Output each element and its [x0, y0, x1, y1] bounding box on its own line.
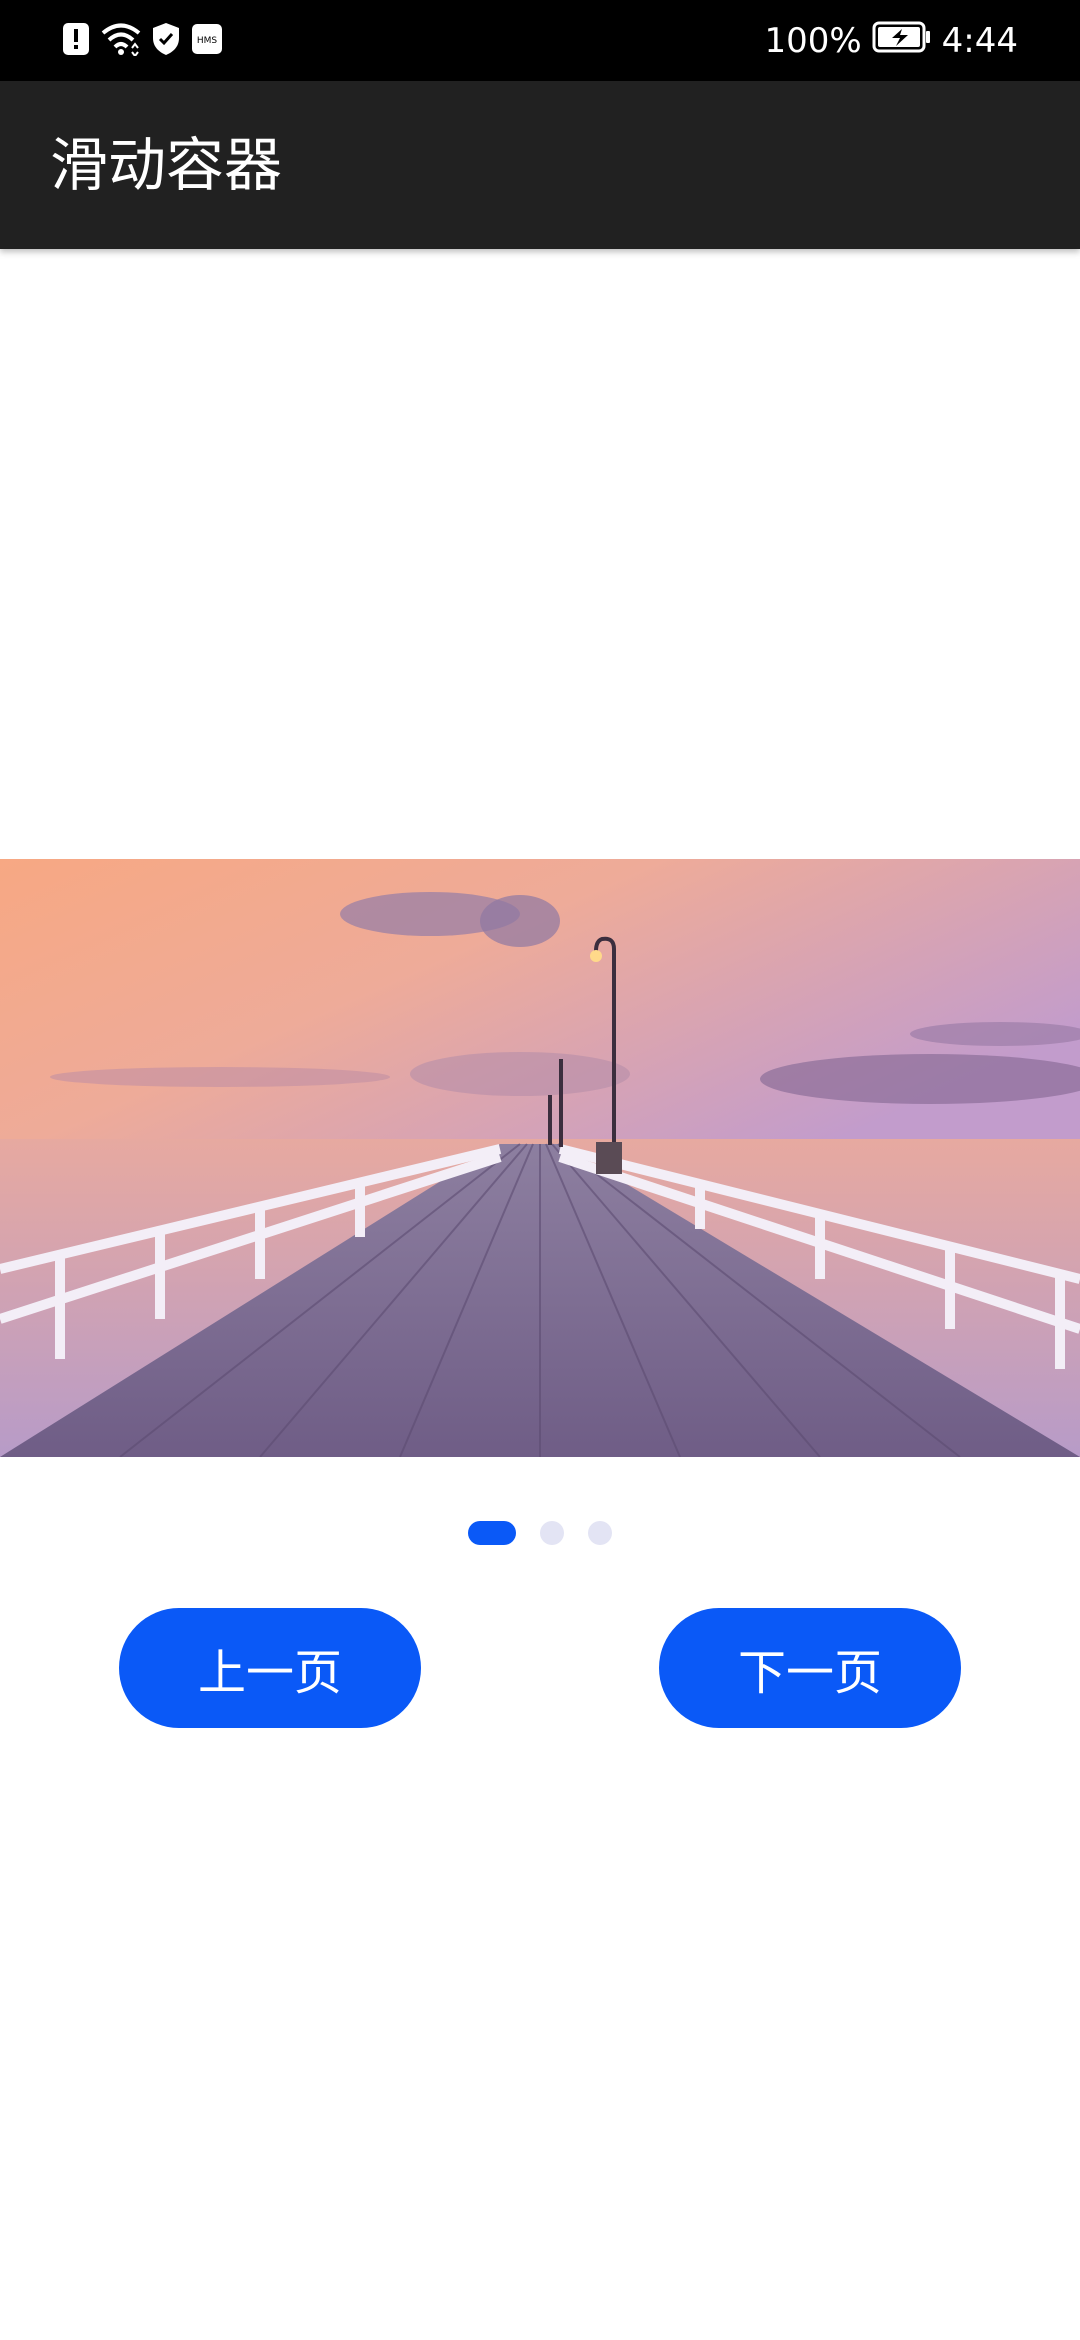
pier-sunset-image [0, 859, 1080, 1457]
battery-percent: 100% [764, 21, 862, 61]
swiper-container[interactable] [0, 859, 1080, 1457]
shield-check-icon [152, 22, 180, 60]
status-icons-left: HMS [62, 22, 223, 60]
battery-charging-icon [872, 21, 932, 62]
wifi-icon [101, 22, 141, 60]
indicator-dot-2[interactable] [540, 1521, 564, 1545]
app-bar: 滑动容器 [0, 81, 1080, 249]
status-bar: HMS 100% 4:44 [0, 0, 1080, 81]
svg-text:HMS: HMS [197, 36, 218, 46]
prev-page-button[interactable]: 上一页 [119, 1608, 421, 1728]
page-indicator[interactable] [0, 1520, 1080, 1546]
indicator-dot-1[interactable] [468, 1521, 516, 1545]
alert-icon [62, 22, 90, 60]
clock-time: 4:44 [941, 21, 1018, 61]
hms-icon: HMS [191, 23, 223, 59]
page-title: 滑动容器 [50, 131, 283, 199]
indicator-dot-3[interactable] [588, 1521, 612, 1545]
status-icons-right: 100% 4:44 [764, 18, 1018, 64]
next-page-button[interactable]: 下一页 [659, 1608, 961, 1728]
